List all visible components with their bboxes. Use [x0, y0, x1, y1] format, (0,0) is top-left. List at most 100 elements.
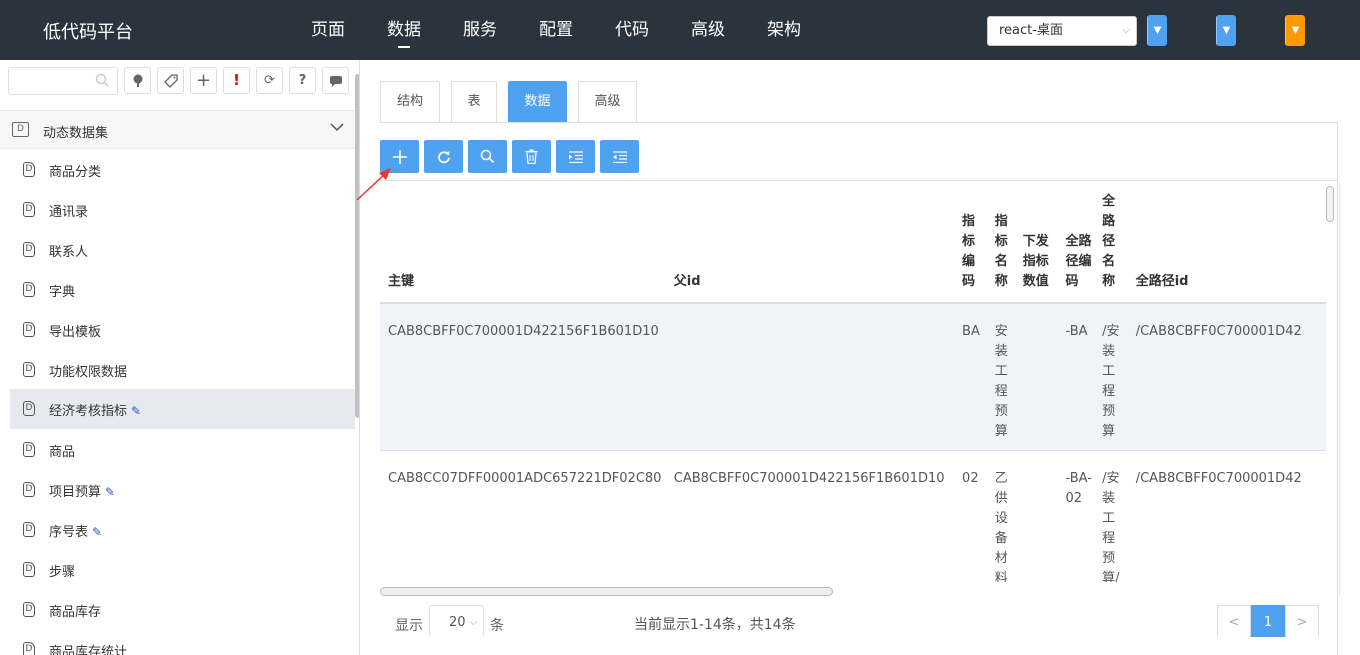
column-header-indicator-name[interactable]: 指标名称 — [990, 182, 1019, 304]
content-border — [1337, 122, 1338, 655]
page-size-select[interactable]: 20 ⌵ — [429, 605, 484, 637]
sidebar-item-permission-data[interactable]: D 功能权限数据 — [10, 350, 355, 390]
column-header-pk[interactable]: 主键 — [380, 182, 670, 304]
page-size-label: 显示 — [395, 618, 423, 634]
sidebar-item-contacts[interactable]: D 联系人 — [10, 230, 355, 270]
sidebar-item-steps[interactable]: D 步骤 — [10, 550, 355, 590]
dataset-icon: D — [23, 642, 35, 655]
publish-dropdown-icon[interactable]: ▼ — [1285, 15, 1305, 46]
delete-button[interactable] — [512, 140, 551, 173]
sidebar-item-label: 字典 — [49, 285, 76, 300]
sidebar-item-label: 商品分类 — [49, 165, 102, 180]
column-header-issued-value[interactable]: 下发指标数值 — [1018, 182, 1062, 304]
dataset-icon: D — [23, 401, 35, 416]
nav-item-advanced[interactable]: 高级 — [670, 0, 746, 60]
cell-full-path-id: /CAB8CBFF0C700001D42 — [1131, 450, 1326, 582]
sidebar-item-label: 通讯录 — [49, 205, 89, 220]
sidebar-scrollbar[interactable] — [355, 74, 359, 418]
search-icon — [95, 73, 109, 91]
add-icon — [392, 150, 407, 164]
column-header-full-path-code[interactable]: 全路径编码 — [1061, 182, 1099, 304]
toolbar-divider — [380, 180, 1338, 181]
annotation-arrow-icon — [356, 168, 391, 201]
sidebar-item-label: 商品库存 — [49, 605, 102, 620]
cell-indicator-code: 02 — [958, 450, 991, 582]
nav-item-data[interactable]: 数据 — [366, 0, 442, 60]
sidebar: + ! ⟳ ? D 动态数据集 D 商品分类 D 通讯录 D 联系人 D 字典 … — [0, 60, 360, 655]
sidebar-item-economic-indicators[interactable]: D 经济考核指标 ✎ — [10, 389, 355, 429]
search-button[interactable] — [468, 140, 507, 173]
tab-data[interactable]: 数据 — [508, 81, 567, 122]
data-toolbar — [380, 140, 644, 173]
cell-full-path-name: /安装工程预算 — [1098, 303, 1132, 451]
platform-select[interactable]: react-桌面 ⌵ — [987, 16, 1137, 46]
refresh-icon[interactable]: ⟳ — [256, 67, 283, 94]
dataset-icon: D — [23, 522, 35, 537]
sidebar-search-input[interactable] — [8, 67, 118, 95]
sidebar-group-dynamic-dataset[interactable]: D 动态数据集 — [0, 110, 355, 149]
brand-title: 低代码平台 — [43, 22, 133, 43]
chevron-down-icon[interactable] — [329, 119, 345, 139]
sidebar-item-export-template[interactable]: D 导出模板 — [10, 310, 355, 350]
sidebar-item-product-stock[interactable]: D 商品库存 — [10, 590, 355, 630]
sidebar-item-label: 联系人 — [49, 245, 89, 260]
publish-split-button: 发布 ▼ — [1285, 15, 1305, 46]
column-header-indicator-code[interactable]: 指标编码 — [958, 182, 991, 304]
tab-table[interactable]: 表 — [451, 81, 497, 122]
table-row[interactable]: CAB8CC07DFF00001ADC657221DF02C80 CAB8CBF… — [380, 450, 1326, 582]
next-page-button[interactable]: > — [1285, 605, 1319, 637]
sidebar-item-label: 功能权限数据 — [49, 365, 128, 380]
sidebar-item-address-book[interactable]: D 通讯录 — [10, 190, 355, 230]
save-split-button: 保存 ▼ — [1147, 15, 1167, 46]
top-bar: 低代码平台 页面 数据 服务 配置 代码 高级 架构 react-桌面 ⌵ 保存… — [0, 0, 1360, 60]
nav-item-service[interactable]: 服务 — [442, 0, 518, 60]
tab-advanced[interactable]: 高级 — [578, 81, 637, 122]
sidebar-item-dictionary[interactable]: D 字典 — [10, 270, 355, 310]
sidebar-item-sequence-table[interactable]: D 序号表 ✎ — [10, 510, 355, 550]
chat-icon[interactable] — [322, 67, 349, 94]
dataset-icon: D — [23, 442, 35, 457]
pencil-icon[interactable]: ✎ — [131, 404, 141, 418]
import-button[interactable] — [556, 140, 595, 173]
preview-dropdown-icon[interactable]: ▼ — [1216, 15, 1236, 46]
cell-issued-value — [1018, 450, 1062, 582]
help-icon[interactable]: ? — [289, 67, 316, 94]
table-row[interactable]: CAB8CBFF0C700001D422156F1B601D10 BA 安装工程… — [380, 303, 1326, 451]
nav-item-page[interactable]: 页面 — [290, 0, 366, 60]
nav-item-code[interactable]: 代码 — [594, 0, 670, 60]
add-icon[interactable]: + — [190, 67, 217, 94]
pencil-icon[interactable]: ✎ — [92, 525, 102, 539]
pencil-icon[interactable]: ✎ — [105, 485, 115, 499]
tag-icon[interactable] — [157, 67, 184, 94]
sidebar-item-label: 商品库存统计 — [49, 645, 128, 655]
prev-page-button[interactable]: < — [1217, 605, 1251, 637]
cell-parent-id — [669, 303, 959, 451]
refresh-icon — [437, 151, 450, 164]
save-dropdown-icon[interactable]: ▼ — [1147, 15, 1167, 46]
table-horizontal-scrollbar[interactable] — [380, 587, 833, 596]
page-button-1[interactable]: 1 — [1251, 605, 1285, 637]
column-header-full-path-id[interactable]: 全路径id — [1131, 182, 1326, 304]
sidebar-item-product-stock-stats[interactable]: D 商品库存统计 — [10, 630, 355, 655]
dataset-icon: D — [23, 322, 35, 337]
table-vertical-scrollbar[interactable] — [1326, 186, 1334, 222]
sidebar-item-project-budget[interactable]: D 项目预算 ✎ — [10, 470, 355, 510]
pagination-info: 当前显示1-14条，共14条 — [634, 617, 796, 633]
tab-structure[interactable]: 结构 — [380, 81, 440, 122]
sidebar-item-product[interactable]: D 商品 — [10, 430, 355, 470]
preview-split-button: 预览 ▼ — [1216, 15, 1236, 46]
column-header-full-path-name[interactable]: 全路径名称 — [1098, 182, 1132, 304]
cell-indicator-name: 安装工程预算 — [990, 303, 1019, 451]
dataset-icon: D — [23, 202, 35, 217]
sidebar-item-product-category[interactable]: D 商品分类 — [10, 150, 355, 190]
alert-icon[interactable]: ! — [223, 67, 250, 94]
export-button[interactable] — [600, 140, 639, 173]
cell-full-path-id: /CAB8CBFF0C700001D42 — [1131, 303, 1326, 451]
cell-issued-value — [1018, 303, 1062, 451]
refresh-button[interactable] — [424, 140, 463, 173]
nav-item-architecture[interactable]: 架构 — [746, 0, 822, 60]
platform-select-value: react-桌面 — [999, 23, 1063, 38]
column-header-parent-id[interactable]: 父id — [669, 182, 959, 304]
nav-item-config[interactable]: 配置 — [518, 0, 594, 60]
tree-icon[interactable] — [124, 67, 151, 94]
